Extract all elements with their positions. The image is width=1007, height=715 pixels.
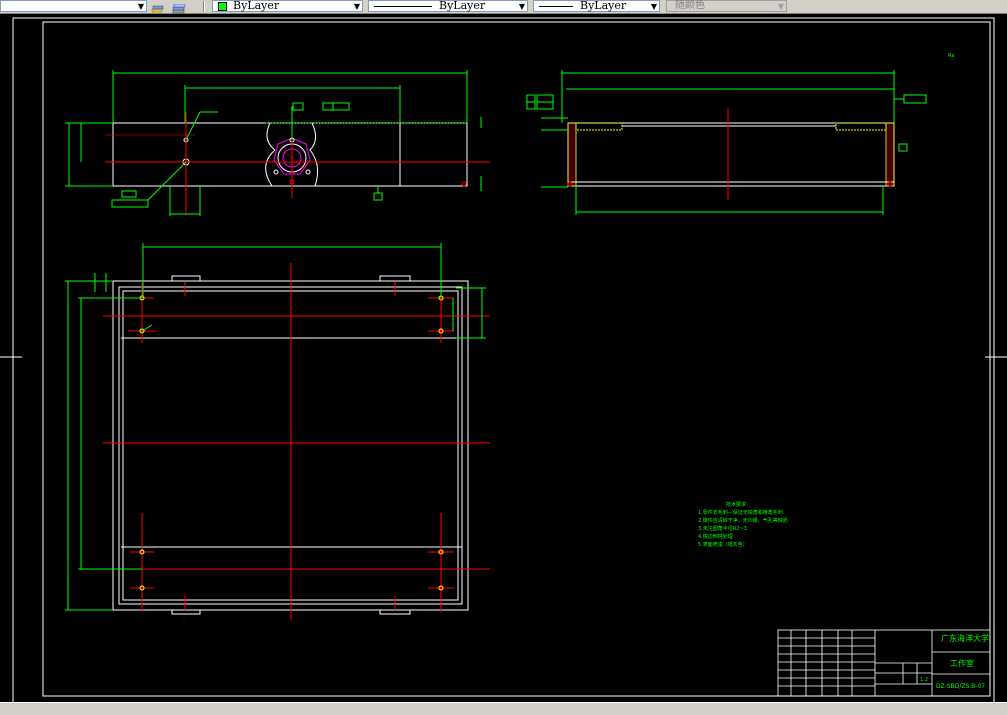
tech-requirement-item: 4.锐边倒钝处理 <box>698 534 733 540</box>
cad-drawing <box>0 17 1007 702</box>
linetype-control[interactable]: ByLayer ▼ <box>368 0 528 12</box>
tech-requirement-item: 3.未注圆角半径R2~3 <box>698 526 747 532</box>
lineweight-control-value: ByLayer <box>580 0 627 12</box>
plotstyle-control[interactable]: 随颜色 ▼ <box>666 0 787 12</box>
toolbar-separator <box>203 1 205 12</box>
plotstyle-control-value: 随颜色 <box>675 0 705 11</box>
tech-requirement-item: 1.零件去毛刺—保证无锐角和棱角毛刺 <box>698 510 783 516</box>
status-bar <box>0 702 1007 715</box>
chevron-down-icon[interactable]: ▼ <box>138 2 144 12</box>
chevron-down-icon[interactable]: ▼ <box>651 2 657 12</box>
section-view <box>526 70 927 215</box>
color-control[interactable]: ByLayer ▼ <box>212 0 363 12</box>
tech-requirement-item: 2.铸件应清除干净，无沙眼、气孔等缺陷 <box>698 518 788 524</box>
title-block-school: 广东海洋大学 <box>941 634 989 643</box>
title-block-studio: 工作室 <box>950 659 974 668</box>
tech-requirements-heading: 技术要求 <box>726 502 747 508</box>
layer-previous-icon[interactable] <box>151 0 165 13</box>
properties-toolbar: ▼ ByLayer ▼ ByLayer ▼ ByLayer ▼ 随颜色 ▼ <box>0 0 1007 14</box>
plan-view <box>65 243 490 620</box>
roughness-mark: Ra <box>948 53 955 59</box>
color-swatch <box>218 2 227 11</box>
linetype-control-value: ByLayer <box>439 0 486 12</box>
layer-dropdown[interactable]: ▼ <box>0 0 147 12</box>
color-control-value: ByLayer <box>233 0 280 12</box>
model-space-canvas[interactable]: 技术要求 1.零件去毛刺—保证无锐角和棱角毛刺 2.铸件应清除干净，无沙眼、气孔… <box>0 13 1007 702</box>
lineweight-preview <box>539 6 573 7</box>
technical-requirements: 技术要求 1.零件去毛刺—保证无锐角和棱角毛刺 2.铸件应清除干净，无沙眼、气孔… <box>698 501 788 549</box>
title-block-scale: 1:2 <box>920 677 929 683</box>
linetype-preview <box>374 6 432 7</box>
chevron-down-icon[interactable]: ▼ <box>519 2 525 12</box>
tech-requirement-item: 5.表面喷漆（银灰色） <box>698 542 748 548</box>
chevron-down-icon[interactable]: ▼ <box>354 2 360 12</box>
lineweight-control[interactable]: ByLayer ▼ <box>533 0 660 12</box>
front-view <box>65 70 490 216</box>
outer-border <box>12 17 995 702</box>
chevron-down-icon: ▼ <box>777 2 784 11</box>
title-block-drawing-number: DZ-SBD/ZS.B-07 <box>936 683 986 690</box>
layer-states-icon[interactable] <box>171 0 187 14</box>
